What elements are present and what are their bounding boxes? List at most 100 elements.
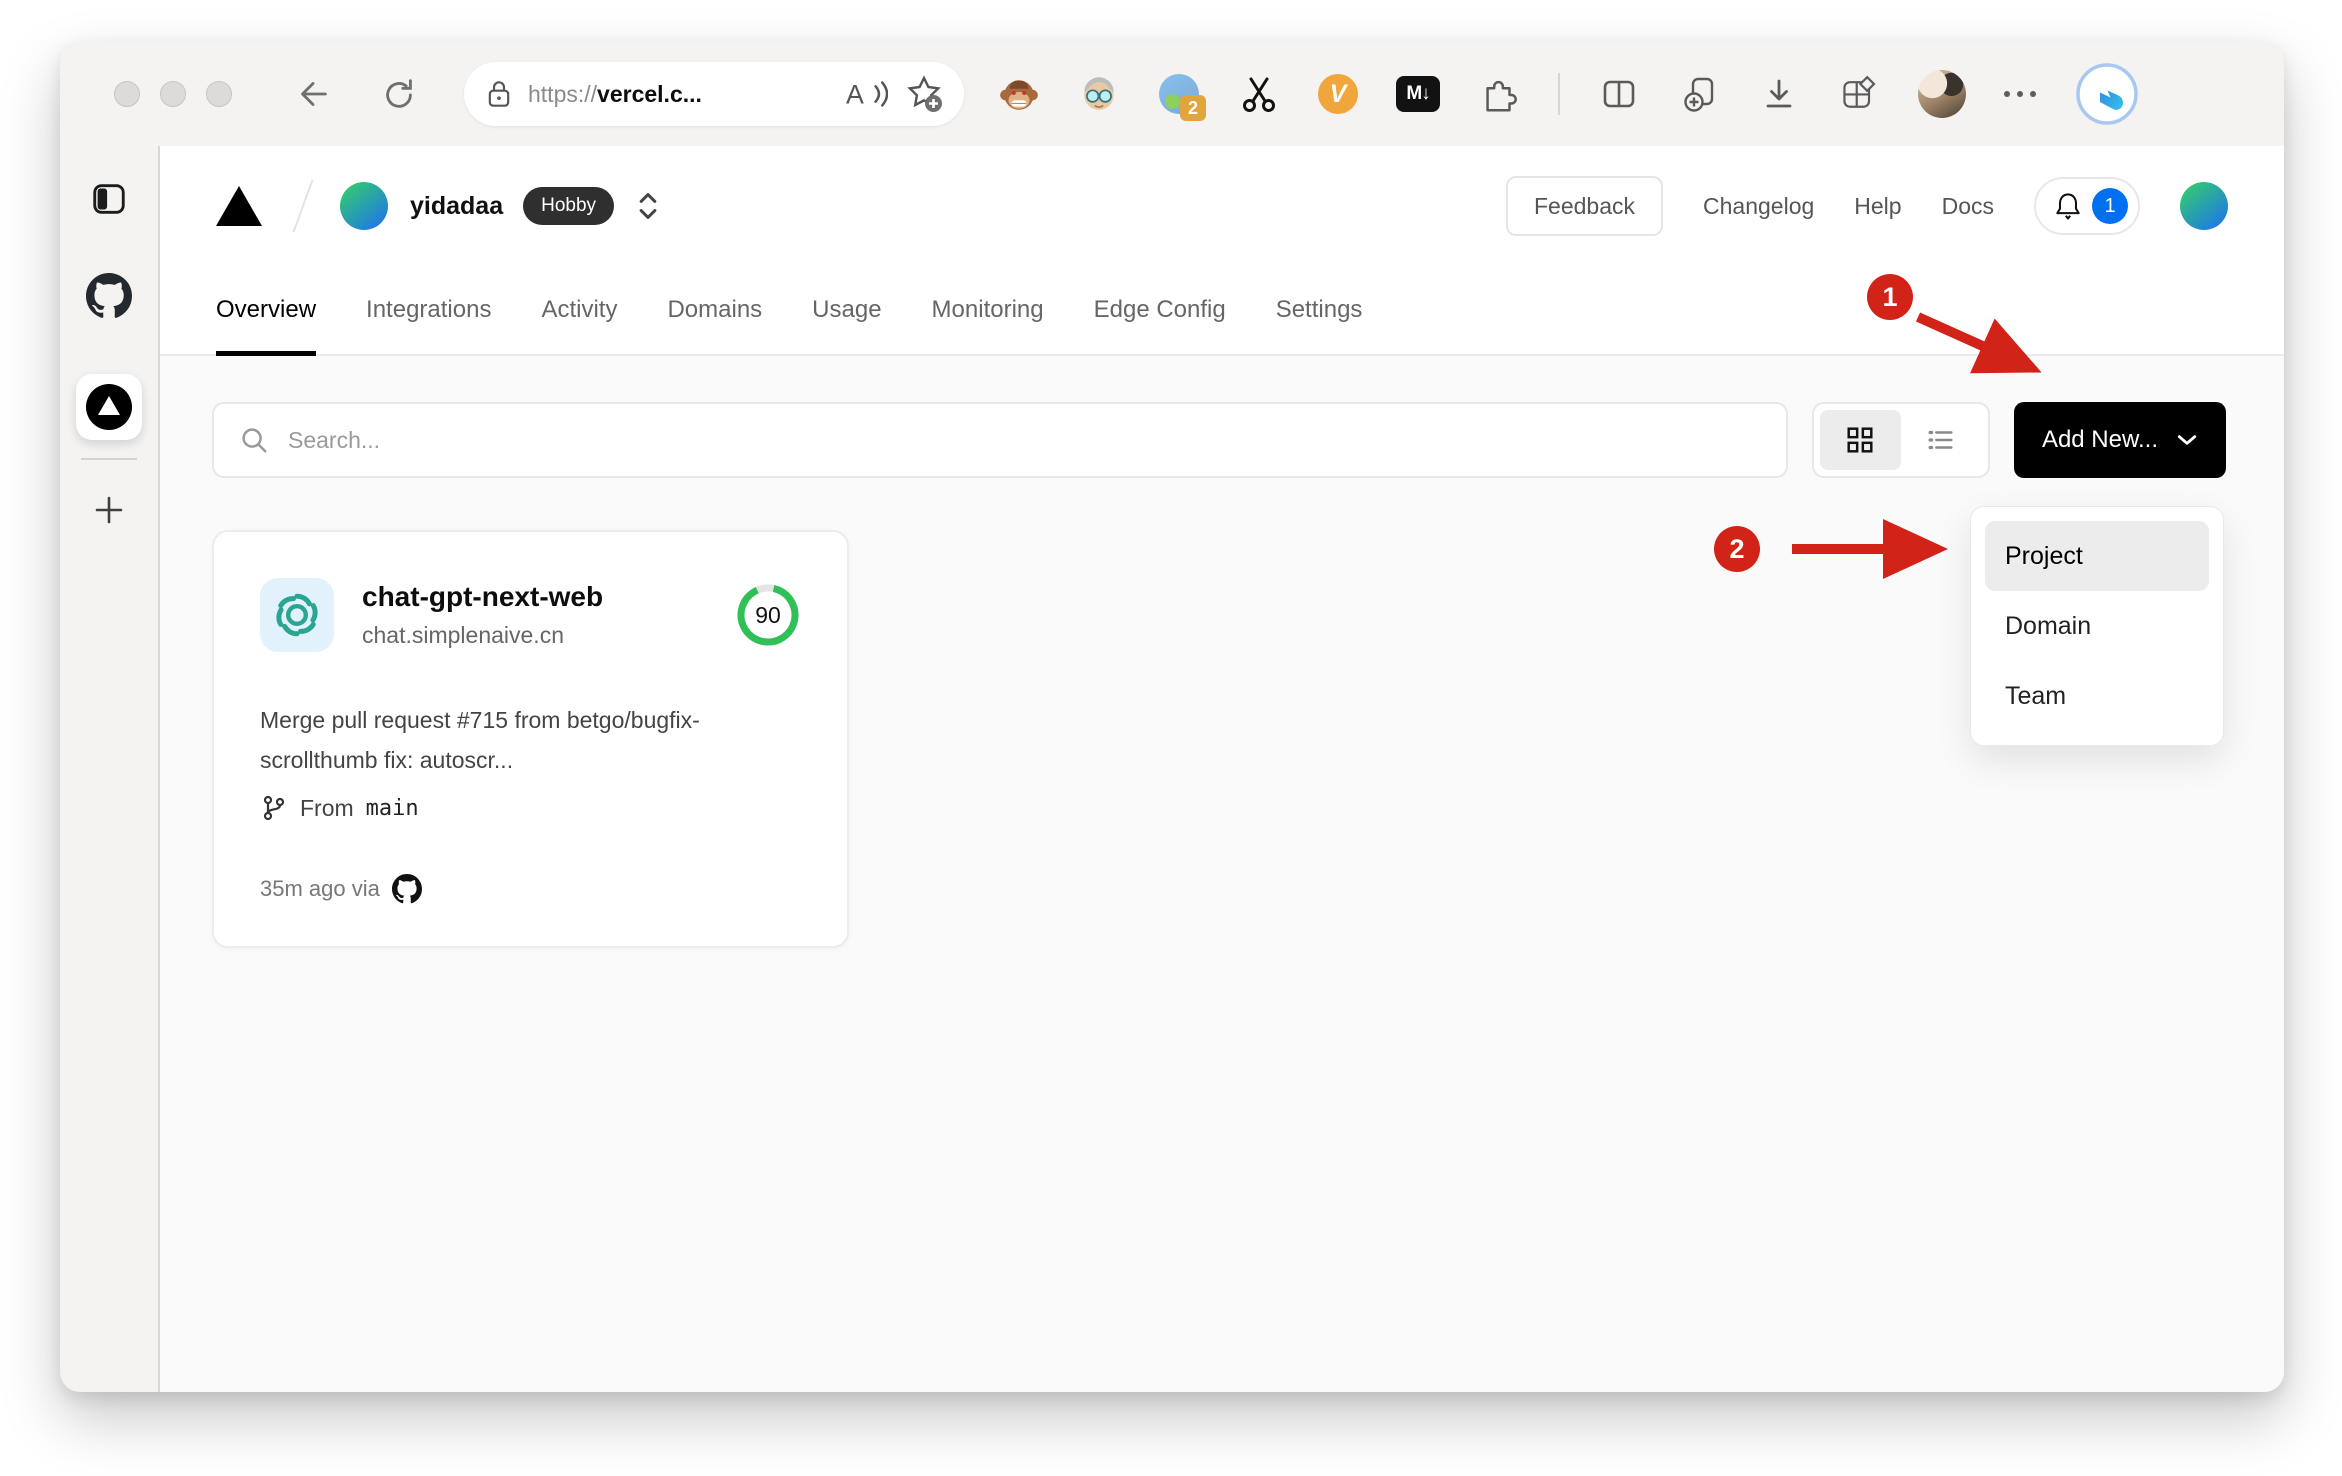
team-avatar[interactable] bbox=[340, 182, 388, 230]
lock-icon bbox=[488, 81, 510, 107]
grid-view-button[interactable] bbox=[1819, 410, 1901, 470]
team-name: yidadaa bbox=[410, 191, 504, 220]
back-arrow-icon bbox=[301, 82, 327, 106]
tab-monitoring[interactable]: Monitoring bbox=[932, 266, 1044, 354]
toolbar-divider bbox=[1558, 73, 1560, 115]
add-favorite-icon[interactable] bbox=[904, 74, 944, 114]
branch-name: main bbox=[365, 795, 419, 821]
vercel-logo[interactable] bbox=[216, 186, 262, 226]
deploy-meta: 35m ago via bbox=[260, 876, 380, 901]
annotation-step-2: 2 bbox=[1714, 526, 1760, 572]
sidebar-tab-github[interactable] bbox=[86, 273, 132, 324]
extensions-puzzle-button[interactable] bbox=[1478, 73, 1520, 115]
sidebar-tab-vercel-active[interactable] bbox=[76, 374, 142, 440]
tab-integrations[interactable]: Integrations bbox=[366, 266, 491, 354]
vercel-favicon bbox=[86, 384, 132, 430]
url-protocol: https:// bbox=[528, 80, 598, 107]
add-new-button[interactable]: Add New... bbox=[2013, 402, 2226, 478]
split-screen-button[interactable] bbox=[1598, 73, 1640, 115]
add-new-dropdown: Project Domain Team bbox=[1970, 506, 2224, 746]
breadcrumb-slash bbox=[292, 179, 314, 233]
tab-settings[interactable]: Settings bbox=[1276, 266, 1363, 354]
commit-message: Merge pull request #715 from betgo/bugfi… bbox=[260, 707, 700, 773]
dropdown-item-domain[interactable]: Domain bbox=[1985, 591, 2209, 661]
proxy-extension-icon[interactable]: 2 bbox=[1158, 73, 1206, 121]
grid-icon bbox=[1847, 427, 1873, 453]
score-value: 90 bbox=[755, 601, 781, 628]
project-card[interactable]: chat-gpt-next-web chat.simplenaive.cn 90… bbox=[212, 530, 849, 948]
annotation-step-1: 1 bbox=[1867, 274, 1913, 320]
vercel-page: yidadaa Hobby Feedback Changelog Help Do… bbox=[160, 146, 2284, 1392]
view-toggle bbox=[1811, 402, 1990, 478]
help-link[interactable]: Help bbox=[1854, 193, 1901, 220]
add-new-label: Add New... bbox=[2041, 426, 2158, 453]
list-view-button[interactable] bbox=[1901, 410, 1982, 470]
project-domain[interactable]: chat.simplenaive.cn bbox=[362, 622, 603, 649]
vercel-header: yidadaa Hobby Feedback Changelog Help Do… bbox=[160, 146, 2284, 356]
tab-overview[interactable]: Overview bbox=[216, 266, 317, 356]
sidebar-divider bbox=[81, 458, 137, 460]
github-icon bbox=[391, 874, 422, 904]
grandma-extension-icon[interactable] bbox=[1078, 73, 1120, 115]
browser-toolbar: https://vercel.c... A 2 V M↓ bbox=[60, 42, 2284, 146]
svg-text:A: A bbox=[846, 80, 864, 110]
bing-chat-button[interactable] bbox=[2074, 61, 2140, 127]
extension-badge: 2 bbox=[1180, 95, 1206, 121]
v-extension-icon[interactable]: V bbox=[1318, 74, 1358, 114]
reload-button[interactable] bbox=[378, 73, 420, 115]
zoom-window-button[interactable] bbox=[206, 81, 232, 107]
workspaces-button[interactable] bbox=[1838, 73, 1880, 115]
project-name: chat-gpt-next-web bbox=[362, 581, 604, 612]
openai-logo-icon bbox=[260, 578, 334, 652]
changelog-link[interactable]: Changelog bbox=[1703, 193, 1814, 220]
tab-domains[interactable]: Domains bbox=[667, 266, 762, 354]
collections-button[interactable] bbox=[1678, 73, 1720, 115]
nav-tabs: Overview Integrations Activity Domains U… bbox=[216, 266, 2228, 356]
notifications-button[interactable]: 1 bbox=[2034, 177, 2140, 235]
tab-edge-config[interactable]: Edge Config bbox=[1094, 266, 1226, 354]
chevron-down-icon bbox=[2177, 435, 2197, 445]
branch-label: From bbox=[300, 794, 354, 821]
team-switcher-button[interactable] bbox=[636, 190, 660, 222]
search-icon bbox=[242, 428, 267, 453]
browser-window: https://vercel.c... A 2 V M↓ yidadaa Hob… bbox=[60, 42, 2284, 1392]
more-menu-button[interactable] bbox=[2004, 91, 2036, 97]
address-bar[interactable]: https://vercel.c... A bbox=[464, 62, 964, 126]
dropdown-item-project[interactable]: Project bbox=[1985, 521, 2209, 591]
chevron-up-down-icon bbox=[639, 193, 657, 219]
browser-profile-avatar[interactable] bbox=[1918, 70, 1966, 118]
feedback-button[interactable]: Feedback bbox=[1506, 176, 1664, 236]
screenshot-stage: https://vercel.c... A 2 V M↓ yidadaa Hob… bbox=[0, 0, 2342, 1476]
markdown-download-extension-icon[interactable]: M↓ bbox=[1396, 76, 1440, 112]
downloads-button[interactable] bbox=[1758, 73, 1800, 115]
github-icon bbox=[86, 273, 132, 318]
scissors-extension-icon[interactable] bbox=[1238, 73, 1280, 115]
extensions-row: 2 V M↓ bbox=[998, 61, 2250, 127]
score-ring: 90 bbox=[735, 582, 801, 648]
user-avatar[interactable] bbox=[2180, 182, 2228, 230]
read-aloud-icon[interactable]: A bbox=[846, 76, 888, 112]
traffic-lights bbox=[114, 81, 232, 107]
project-search[interactable] bbox=[212, 402, 1788, 478]
tab-usage[interactable]: Usage bbox=[812, 266, 881, 354]
plan-badge: Hobby bbox=[523, 187, 615, 225]
bell-icon bbox=[2056, 193, 2080, 220]
close-window-button[interactable] bbox=[114, 81, 140, 107]
sidebar-toggle-button[interactable] bbox=[89, 180, 129, 223]
new-tab-button[interactable] bbox=[91, 492, 127, 533]
git-branch-icon bbox=[263, 795, 285, 821]
overview-content: Add New... Project Domain Team bbox=[160, 356, 2284, 1392]
url-host: vercel.c... bbox=[597, 80, 702, 107]
docs-link[interactable]: Docs bbox=[1942, 193, 1994, 220]
list-icon bbox=[1929, 430, 1954, 450]
tab-activity[interactable]: Activity bbox=[541, 266, 617, 354]
monkey-extension-icon[interactable] bbox=[998, 73, 1040, 115]
back-button[interactable] bbox=[292, 73, 334, 115]
minimize-window-button[interactable] bbox=[160, 81, 186, 107]
url-text: https://vercel.c... bbox=[528, 81, 702, 108]
browser-sidebar bbox=[60, 146, 160, 1392]
search-input[interactable] bbox=[288, 426, 1762, 454]
reload-icon bbox=[386, 79, 412, 108]
notification-badge: 1 bbox=[2092, 188, 2128, 224]
dropdown-item-team[interactable]: Team bbox=[1985, 661, 2209, 731]
